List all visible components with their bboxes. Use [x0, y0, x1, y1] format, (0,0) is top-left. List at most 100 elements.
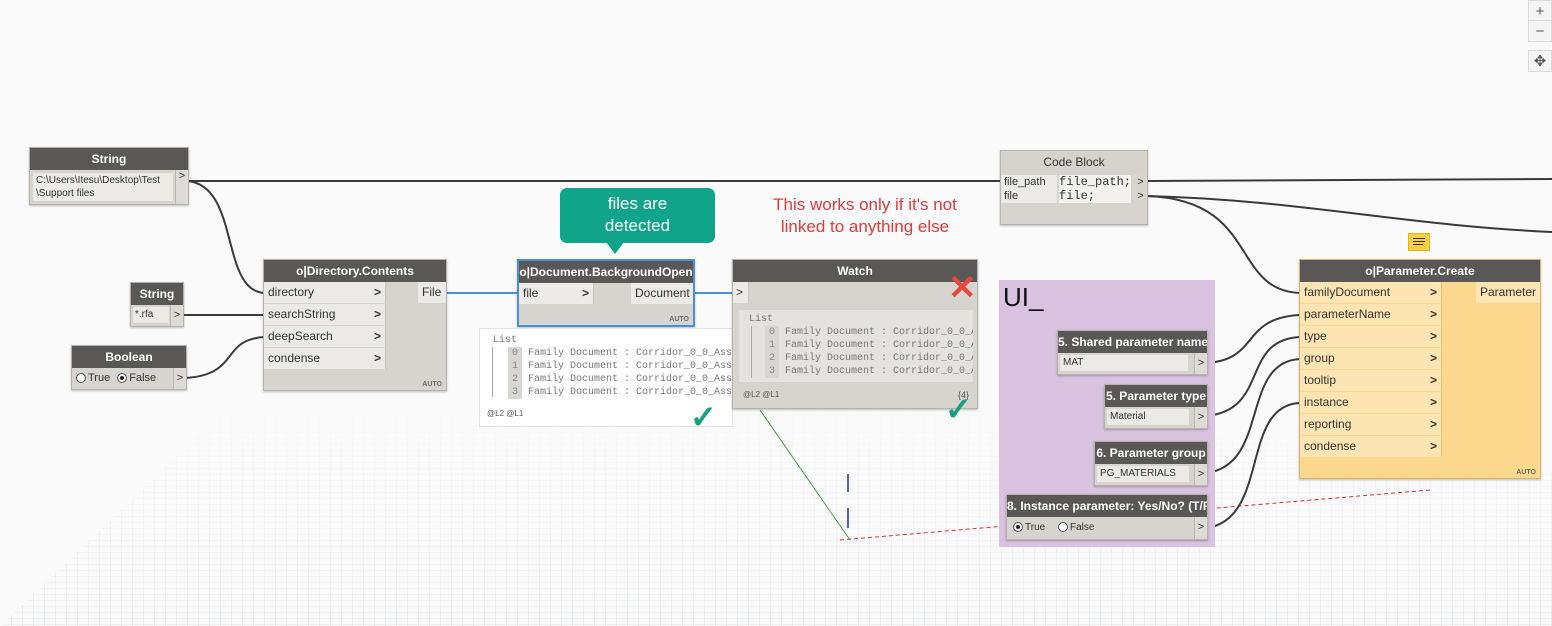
- input-row[interactable]: file > Document: [519, 283, 693, 305]
- boolean-node[interactable]: Boolean True False >: [71, 345, 187, 390]
- string-value-field[interactable]: Material: [1107, 409, 1189, 425]
- radio-false-label: False: [129, 372, 157, 384]
- output-port[interactable]: >: [1194, 407, 1207, 428]
- list-items: 0Family Document : Corridor_0_0_Assembl …: [508, 347, 732, 399]
- input-row[interactable]: deepSearch >: [264, 326, 446, 348]
- zoom-out-button[interactable]: −: [1528, 20, 1552, 42]
- graph-canvas[interactable]: + − ✥ String C:\Users\Itesu\Desktop\Test…: [0, 0, 1552, 626]
- code-editor[interactable]: file_path; file;: [1059, 175, 1131, 203]
- string-value-field[interactable]: *.rfa: [133, 307, 169, 323]
- node-title: Watch: [733, 260, 977, 282]
- node-title: String: [131, 283, 183, 305]
- list-item: 3 Family Document : Corridor_0_0_As:: [765, 365, 973, 378]
- callout-line: detected: [604, 216, 671, 235]
- chevron-right-icon: >: [1429, 329, 1437, 343]
- node-title: 5. Shared parameter name: [1058, 331, 1207, 353]
- output-port[interactable]: >: [1194, 464, 1207, 485]
- input-label: reporting: [1304, 417, 1352, 431]
- input-row[interactable]: >: [733, 282, 977, 304]
- input-row[interactable]: tooltip >: [1300, 370, 1540, 392]
- input-label: familyDocument: [1304, 285, 1391, 299]
- output-port[interactable]: >: [1194, 517, 1207, 539]
- pan-button[interactable]: ✥: [1528, 50, 1552, 72]
- chevron-right-icon: >: [1429, 307, 1437, 321]
- output-port[interactable]: >: [170, 305, 183, 326]
- zoom-in-button[interactable]: +: [1528, 0, 1552, 22]
- output-port[interactable]: >: [1194, 353, 1207, 374]
- list-header: List: [749, 314, 774, 325]
- red-x-icon: ✕: [948, 269, 977, 307]
- warning-note: This works only if it's not linked to an…: [752, 194, 978, 238]
- node-title: o|Parameter.Create: [1300, 260, 1540, 282]
- chevron-right-icon: >: [1429, 373, 1437, 387]
- list-item: 0Family Document : Corridor_0_0_Assembl: [508, 347, 732, 360]
- string-node-filter[interactable]: String *.rfa >: [130, 282, 184, 327]
- input-row[interactable]: type >: [1300, 326, 1540, 348]
- input-label: searchString: [268, 307, 336, 321]
- chevron-right-icon: >: [373, 329, 381, 343]
- input-row[interactable]: searchString >: [264, 304, 446, 326]
- output-label[interactable]: Parameter: [1475, 282, 1540, 303]
- parameter-create-node[interactable]: o|Parameter.Create familyDocument > Parame…: [1299, 259, 1541, 479]
- input-row[interactable]: group >: [1300, 348, 1540, 370]
- list-levels: @L2 @L1: [743, 390, 780, 399]
- input-label: deepSearch: [268, 329, 333, 343]
- parameter-group-node[interactable]: 6. Parameter group PG_MATERIALS >: [1094, 441, 1208, 486]
- node-title: String: [30, 148, 188, 170]
- instance-parameter-node[interactable]: 8. Instance parameter: Yes/No? (T/F) Tru…: [1006, 494, 1208, 540]
- input-label: group: [1304, 351, 1335, 365]
- node-title: Code Block: [1001, 151, 1147, 173]
- input-label: tooltip: [1304, 373, 1337, 387]
- radio-true[interactable]: [76, 373, 86, 384]
- output-label[interactable]: File: [418, 282, 446, 303]
- input-row[interactable]: condense >: [1300, 436, 1540, 458]
- input-label: condense: [268, 351, 321, 365]
- code-block-node[interactable]: Code Block file_path file file_path; fil…: [1000, 150, 1148, 225]
- radio-true-label: True: [88, 372, 111, 384]
- input-row[interactable]: directory > File: [264, 282, 446, 304]
- background-open-node[interactable]: o|Document.BackgroundOpen file > Document …: [517, 259, 695, 327]
- chevron-right-icon: >: [373, 307, 381, 321]
- chevron-right-icon: >: [581, 286, 589, 300]
- code-inputs[interactable]: file_path file: [1001, 175, 1057, 203]
- radio-false[interactable]: [117, 373, 128, 384]
- chevron-right-icon: >: [373, 285, 381, 299]
- input-label: type: [1304, 329, 1327, 343]
- input-label: instance: [1304, 395, 1349, 409]
- radio-false[interactable]: [1057, 522, 1068, 533]
- output-port[interactable]: >: [175, 170, 188, 204]
- watch-list-area[interactable]: List 0 Family Document : Corridor_0_0_As:…: [739, 310, 973, 382]
- watch-node[interactable]: Watch > List 0 Family Document : Corridor…: [732, 259, 978, 409]
- node-note-icon[interactable]: [1408, 233, 1430, 251]
- boolean-options: True False: [1009, 519, 1094, 536]
- input-row[interactable]: condense >: [264, 348, 446, 370]
- input-row[interactable]: parameterName >: [1300, 304, 1540, 326]
- input-label: parameterName: [1304, 307, 1391, 321]
- input-port[interactable]: >: [733, 282, 749, 303]
- input-row[interactable]: instance >: [1300, 392, 1540, 414]
- node-title: Boolean: [72, 346, 186, 368]
- shared-parameter-name-node[interactable]: 5. Shared parameter name MAT >: [1057, 330, 1208, 375]
- parameter-type-node[interactable]: 5. Parameter type Material >: [1104, 384, 1208, 429]
- code-line: file_path;: [1059, 175, 1132, 189]
- string-value-field[interactable]: MAT: [1060, 355, 1188, 371]
- node-title: 5. Parameter type: [1105, 385, 1207, 407]
- output-port[interactable]: >: [1134, 175, 1147, 189]
- chevron-right-icon: >: [1429, 351, 1437, 365]
- string-value-field[interactable]: C:\Users\Itesu\Desktop\Test \Support fil…: [33, 173, 173, 201]
- callout-files-detected: files are detected: [560, 188, 715, 243]
- input-row[interactable]: reporting >: [1300, 414, 1540, 436]
- list-item: 2Family Document : Corridor_0_0_Assembl: [508, 373, 732, 386]
- chevron-right-icon: >: [1429, 439, 1437, 453]
- string-value-field[interactable]: PG_MATERIALS: [1097, 466, 1189, 482]
- output-port[interactable]: >: [1134, 189, 1147, 203]
- output-label[interactable]: Document: [631, 283, 693, 304]
- directory-contents-node[interactable]: o|Directory.Contents directory > File sear…: [263, 259, 447, 391]
- input-label: condense: [1304, 439, 1357, 453]
- radio-true[interactable]: [1013, 522, 1023, 533]
- string-node-path[interactable]: String C:\Users\Itesu\Desktop\Test \Supp…: [29, 147, 189, 205]
- output-port[interactable]: >: [173, 368, 186, 389]
- list-item: 2 Family Document : Corridor_0_0_As:: [765, 352, 973, 365]
- code-outputs[interactable]: > >: [1134, 175, 1147, 203]
- input-row[interactable]: familyDocument > Parameter: [1300, 282, 1540, 304]
